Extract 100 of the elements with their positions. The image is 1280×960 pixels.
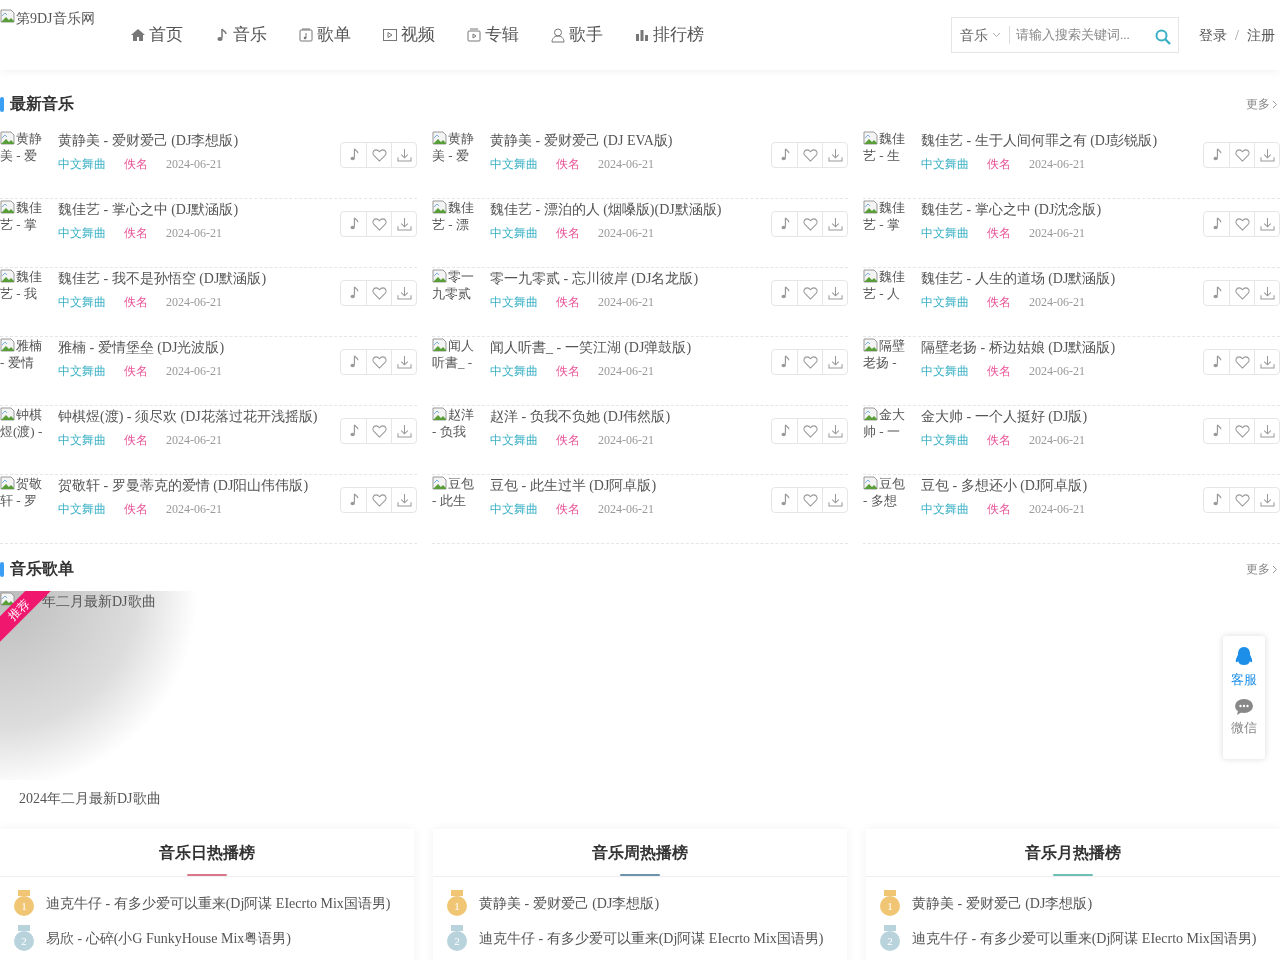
song-title[interactable]: 魏佳艺 - 我不是孙悟空 (DJ默涵版) xyxy=(58,269,340,289)
song-thumbnail[interactable]: 豆包 - 多想 xyxy=(863,475,911,523)
song-title[interactable]: 黄静美 - 爱财爱己 (DJ EVA版) xyxy=(490,131,771,151)
song-title[interactable]: 赵洋 - 负我不负她 (DJ伟然版) xyxy=(490,407,771,427)
register-link[interactable]: 注册 xyxy=(1247,25,1275,46)
artist-link[interactable]: 佚名 xyxy=(987,155,1029,173)
artist-link[interactable]: 佚名 xyxy=(987,431,1029,449)
song-thumbnail[interactable]: 魏佳艺 - 掌 xyxy=(863,199,911,247)
nav-link[interactable]: 音乐 xyxy=(214,22,267,48)
artist-link[interactable]: 佚名 xyxy=(987,293,1029,311)
song-title[interactable]: 魏佳艺 - 掌心之中 (DJ沈念版) xyxy=(921,200,1203,220)
song-title[interactable]: 豆包 - 多想还小 (DJ阿卓版) xyxy=(921,476,1203,496)
broken-image-icon xyxy=(0,337,16,353)
nav-link[interactable]: 排行榜 xyxy=(634,22,704,48)
service-link[interactable]: 微信 xyxy=(1231,697,1257,737)
nav-link[interactable]: 歌手 xyxy=(550,22,603,48)
song-title[interactable]: 魏佳艺 - 掌心之中 (DJ默涵版) xyxy=(58,200,340,220)
search-field[interactable]: 音乐 请输入搜索关键词... xyxy=(951,17,1180,53)
rank-medal: 1 xyxy=(879,890,901,916)
song-thumbnail[interactable]: 魏佳艺 - 生 xyxy=(863,130,911,178)
heart-icon xyxy=(1234,217,1250,231)
album-icon xyxy=(466,27,482,43)
chevron-right-icon xyxy=(1272,564,1278,574)
search-input[interactable]: 请输入搜索关键词... xyxy=(1010,25,1151,45)
song-title[interactable]: 隔壁老扬 - 桥边姑娘 (DJ默涵版) xyxy=(921,338,1203,358)
artist-link[interactable]: 佚名 xyxy=(556,362,598,380)
nav-link[interactable]: 视频 xyxy=(382,22,435,48)
song-thumbnail[interactable]: 魏佳艺 - 我 xyxy=(0,268,48,316)
artist-link[interactable]: 佚名 xyxy=(556,500,598,518)
artist-link[interactable]: 佚名 xyxy=(556,224,598,242)
date-text: 2024-06-21 xyxy=(1029,363,1085,380)
ranking-song[interactable]: 迪克牛仔 - 有多少爱可以重来(Dj阿谋 EIecrto Mix国语男) xyxy=(912,927,1257,949)
logo-image[interactable]: 第9DJ音乐网 xyxy=(0,0,130,29)
date-text: 2024-06-21 xyxy=(166,156,222,173)
artist-link[interactable]: 佚名 xyxy=(987,500,1029,518)
broken-image-icon xyxy=(863,268,879,284)
heart-icon xyxy=(371,493,387,507)
song-thumbnail[interactable]: 零一九零贰 xyxy=(432,268,480,316)
song-thumbnail[interactable]: 豆包 - 此生 xyxy=(432,475,480,523)
artist-link[interactable]: 佚名 xyxy=(556,293,598,311)
artist-link[interactable]: 佚名 xyxy=(987,362,1029,380)
song-title[interactable]: 雅楠 - 爱情堡垒 (DJ光波版) xyxy=(58,338,340,358)
more-link[interactable]: 更多 xyxy=(1246,95,1278,113)
song-title[interactable]: 豆包 - 此生过半 (DJ阿卓版) xyxy=(490,476,771,496)
date-text: 2024-06-21 xyxy=(598,363,654,380)
rank-medal: 1 xyxy=(13,890,35,916)
song-thumbnail[interactable]: 魏佳艺 - 人 xyxy=(863,268,911,316)
ranking-song[interactable]: 黄静美 - 爱财爱己 (DJ李想版) xyxy=(912,892,1093,914)
playlist-title[interactable]: 2024年二月最新DJ歌曲 xyxy=(19,788,200,809)
rank-medal: 2 xyxy=(446,925,468,951)
nav-link[interactable]: 歌单 xyxy=(298,22,351,48)
ranking-song[interactable]: 迪克牛仔 - 有多少爱可以重来(Dj阿谋 EIecrto Mix国语男) xyxy=(46,892,391,914)
artist-link[interactable]: 佚名 xyxy=(556,431,598,449)
song-thumbnail[interactable]: 钟棋煜(渡) - xyxy=(0,406,48,454)
download-icon xyxy=(827,493,843,507)
date-text: 2024-06-21 xyxy=(1029,225,1085,242)
song-thumbnail[interactable]: 魏佳艺 - 漂 xyxy=(432,199,480,247)
category-dropdown[interactable]: 音乐 xyxy=(952,24,1010,46)
artist-link[interactable]: 佚名 xyxy=(124,431,166,449)
artist-link[interactable]: 佚名 xyxy=(124,362,166,380)
song-thumbnail[interactable]: 闻人听書_ - xyxy=(432,337,480,385)
artist-link[interactable]: 佚名 xyxy=(124,500,166,518)
chevron-down-icon xyxy=(992,32,1002,38)
song-thumbnail[interactable]: 金大帅 - 一 xyxy=(863,406,911,454)
person-icon xyxy=(550,27,566,43)
ranking-song[interactable]: 迪克牛仔 - 有多少爱可以重来(Dj阿谋 EIecrto Mix国语男) xyxy=(479,927,824,949)
more-link[interactable]: 更多 xyxy=(1246,560,1278,578)
song-thumbnail[interactable]: 黄静美 - 爱 xyxy=(432,130,480,178)
song-title[interactable]: 钟棋煜(渡) - 须尽欢 (DJ花落过花开浅摇版) xyxy=(58,407,340,427)
heart-icon xyxy=(371,355,387,369)
download-icon xyxy=(827,355,843,369)
section-title-text: 最新音乐 xyxy=(10,93,74,115)
song-thumbnail[interactable]: 黄静美 - 爱 xyxy=(0,130,48,178)
artist-link[interactable]: 佚名 xyxy=(556,155,598,173)
nav-link[interactable]: 专辑 xyxy=(466,22,519,48)
search-icon[interactable] xyxy=(1154,28,1173,46)
song-title[interactable]: 闻人听書_ - 一笑江湖 (DJ弹鼓版) xyxy=(490,338,771,358)
ranking-song[interactable]: 易欣 - 心碎(小G FunkyHouse Mix粤语男) xyxy=(46,927,291,949)
song-thumbnail[interactable]: 魏佳艺 - 掌 xyxy=(0,199,48,247)
song-thumbnail[interactable]: 赵洋 - 负我 xyxy=(432,406,480,454)
home-icon xyxy=(130,27,146,43)
nav-link[interactable]: 首页 xyxy=(130,22,183,48)
song-title[interactable]: 魏佳艺 - 生于人间何罪之有 (DJ彭锐版) xyxy=(921,131,1203,151)
song-thumbnail[interactable]: 隔壁老扬 - xyxy=(863,337,911,385)
ranking-song[interactable]: 黄静美 - 爱财爱己 (DJ李想版) xyxy=(479,892,660,914)
artist-link[interactable]: 佚名 xyxy=(124,224,166,242)
artist-link[interactable]: 佚名 xyxy=(124,155,166,173)
song-title[interactable]: 魏佳艺 - 漂泊的人 (烟嗓版)(DJ默涵版) xyxy=(490,200,771,220)
artist-link[interactable]: 佚名 xyxy=(987,224,1029,242)
song-thumbnail[interactable]: 贺敬轩 - 罗 xyxy=(0,475,48,523)
download-icon xyxy=(827,148,843,162)
song-title[interactable]: 黄静美 - 爱财爱己 (DJ李想版) xyxy=(58,131,340,151)
artist-link[interactable]: 佚名 xyxy=(124,293,166,311)
login-link[interactable]: 登录 xyxy=(1199,25,1228,46)
song-title[interactable]: 零一九零贰 - 忘川彼岸 (DJ名龙版) xyxy=(490,269,771,289)
song-title[interactable]: 金大帅 - 一个人挺好 (DJ版) xyxy=(921,407,1203,427)
song-thumbnail[interactable]: 雅楠 - 爱情 xyxy=(0,337,48,385)
song-title[interactable]: 魏佳艺 - 人生的道场 (DJ默涵版) xyxy=(921,269,1203,289)
service-link[interactable]: 客服 xyxy=(1231,646,1257,690)
song-title[interactable]: 贺敬轩 - 罗曼蒂克的爱情 (DJ阳山伟伟版) xyxy=(58,476,340,496)
